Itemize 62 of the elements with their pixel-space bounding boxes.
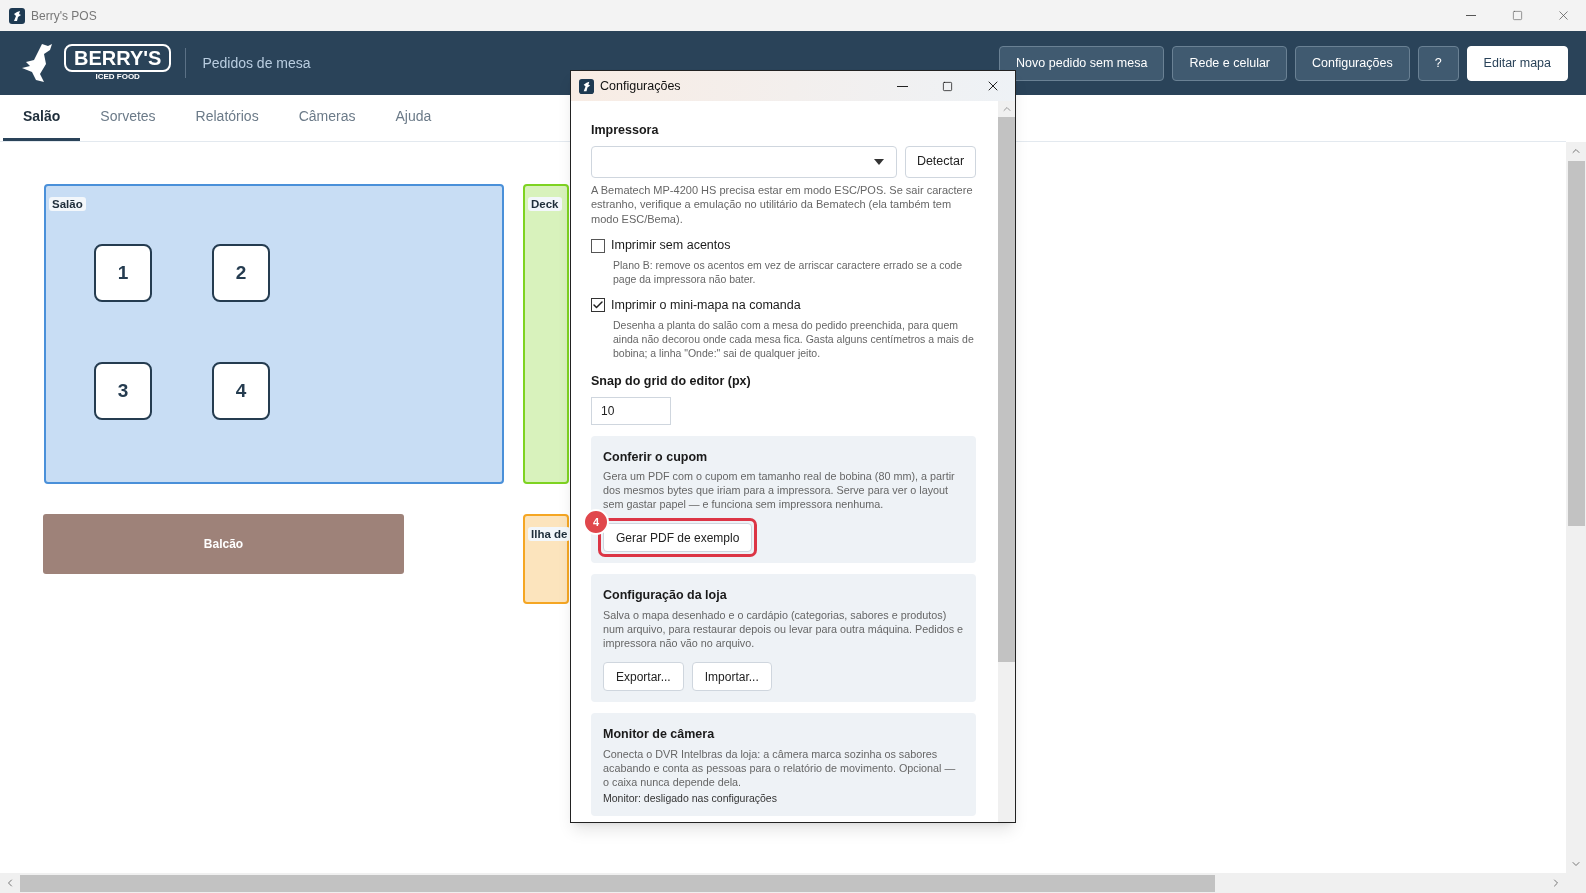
table-button[interactable]: 3 — [94, 362, 152, 420]
tab[interactable]: Câmeras — [278, 95, 376, 141]
counter-area[interactable]: Balcão — [43, 514, 404, 574]
card-title: Configuração da loja — [603, 587, 728, 605]
dropdown-caret-icon — [874, 158, 884, 165]
zone-label: Salão — [49, 197, 86, 211]
header-subtitle: Pedidos de mesa — [202, 53, 311, 73]
checkbox[interactable] — [591, 238, 605, 253]
horizontal-scrollbar[interactable] — [0, 873, 1586, 893]
detect-button[interactable]: Detectar — [905, 145, 976, 178]
header-button[interactable]: Configurações — [1295, 45, 1410, 81]
tab[interactable]: Salão — [3, 95, 81, 141]
printer-dropdown[interactable] — [591, 145, 897, 178]
header-button[interactable]: ? — [1417, 45, 1459, 81]
scroll-thumb[interactable] — [998, 117, 1015, 662]
card-text: Conecta o DVR Intelbras da loja: a câmera marca sozinha os sabores acabando e conta as pessoas para o relatório de movimento. Opcional — o caixa nunca depende dela. — [603, 746, 957, 789]
card-button[interactable]: Importar... — [691, 662, 772, 691]
zone-label: Deck — [528, 197, 562, 211]
tab[interactable]: Relatórios — [175, 95, 279, 141]
header-button[interactable]: Rede e celular — [1172, 45, 1288, 81]
window-title: Berry's POS — [31, 7, 97, 25]
help-text: Plano B: remove os acentos em vez de arriscar caractere errado se a code page da impressora não bater. — [613, 258, 963, 286]
minimize-icon — [897, 85, 908, 87]
maximize-icon — [1511, 10, 1523, 21]
map-zone[interactable]: Salão 1 2 3 4 — [44, 184, 504, 484]
card-button[interactable]: Exportar... — [603, 662, 684, 691]
scroll-thumb[interactable] — [1567, 161, 1585, 526]
scroll-thumb[interactable] — [20, 874, 1215, 892]
tab[interactable]: Ajuda — [375, 95, 452, 141]
app-icon — [579, 78, 594, 94]
card-text: Salva o mapa desenhado e o cardápio (categorias, sabores e produtos) num arquivo, para restaurar depois ou levar para outra máquina. Pedidos e impressora não vão no arquivo. — [603, 608, 964, 650]
status-text: Monitor: desligado nas configurações — [603, 791, 778, 805]
field-label: Snap do grid do editor (px) — [591, 372, 752, 390]
maximize-icon — [942, 80, 953, 92]
table-button[interactable]: 4 — [212, 362, 270, 420]
checkbox[interactable] — [591, 298, 605, 313]
header-button[interactable]: Novo pedido sem mesa — [999, 45, 1165, 81]
card-button[interactable]: Gerar PDF de exemplo — [603, 523, 753, 553]
card-title: Monitor de câmera — [603, 726, 716, 743]
map-zone[interactable]: Ilha de — [523, 514, 569, 604]
table-button[interactable]: 1 — [94, 244, 152, 302]
logo-text: BERRY'S — [64, 44, 172, 72]
step-badge: 4 — [583, 509, 609, 536]
app-icon — [9, 7, 25, 24]
dialog-title: Configurações — [600, 77, 681, 95]
card-text: Gera um PDF com o cupom em tamanho real de bobina (80 mm), a partir dos mesmos bytes que iriam para a impressora. Serve para ver o layout sem gastar papel — e funciona sem impressora nenhuma. — [603, 469, 956, 512]
logo-tagline: ICED FOOD — [95, 72, 140, 82]
card-title: Conferir o cupom — [603, 448, 709, 466]
map-zone[interactable]: Deck — [523, 184, 569, 484]
help-text: A Bematech MP-4200 HS precisa estar em modo ESC/POS. Se sair caractere estranho, verifique a emulação no utilitário da Bematech (ela também tem modo ESC/Bema). — [591, 182, 974, 227]
dialog-scrollbar[interactable] — [998, 101, 1015, 822]
zone-label: Ilha de — [528, 527, 571, 541]
help-text: Desenha a planta do salão com a mesa do pedido preenchida, para quem ainda não decorou onde cada mesa fica. Gasta alguns centímetros a mais de bobina; a linha "Onde:" sai de qualquer jeito. — [613, 317, 975, 360]
checkbox-label: Imprimir sem acentos — [611, 237, 731, 255]
header-button[interactable]: Editar mapa — [1466, 45, 1568, 81]
field-label: Impressora — [591, 122, 660, 139]
snap-input[interactable]: 10 — [591, 396, 671, 425]
table-button[interactable]: 2 — [212, 244, 270, 302]
minimize-icon — [1466, 15, 1476, 16]
tab[interactable]: Sorvetes — [80, 95, 176, 141]
vertical-scrollbar[interactable] — [1566, 142, 1586, 873]
checkbox-label: Imprimir o mini-mapa na comanda — [611, 297, 801, 314]
